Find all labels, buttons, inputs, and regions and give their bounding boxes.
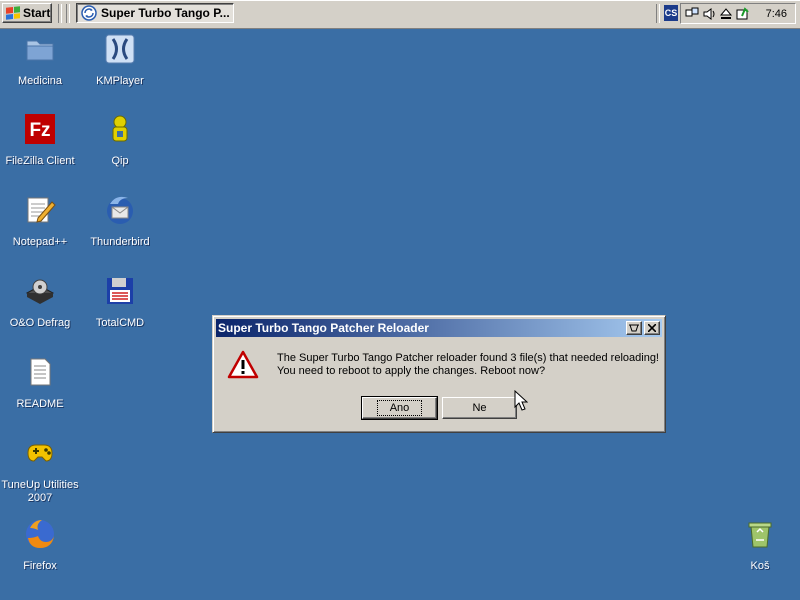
desktop-icon-label: TuneUp Utilities 2007 — [1, 479, 79, 504]
patcher-reloader-dialog: Super Turbo Tango Patcher Reloader The S… — [212, 315, 666, 433]
taskbar: Start Super Turbo Tango P... CS 7:46 — [0, 0, 800, 29]
desktop-icon-label: O&O Defrag — [9, 317, 71, 329]
desktop-icon-kmplayer[interactable]: KMPlayer — [80, 33, 160, 88]
security-icon[interactable] — [736, 6, 750, 21]
thunderbird-icon — [107, 196, 133, 224]
close-button[interactable] — [644, 321, 660, 335]
desktop-icon-label: Koš — [750, 560, 770, 572]
desktop-icon-label: Thunderbird — [90, 236, 150, 248]
desktop-icon-firefox[interactable]: Firefox — [0, 518, 80, 573]
notepad-icon — [27, 197, 56, 223]
firefox-icon — [26, 520, 54, 548]
desktop-icon-oo-defrag[interactable]: O&O Defrag — [0, 275, 80, 330]
window-menu-button[interactable] — [626, 321, 642, 335]
desktop-icon-tuneup[interactable]: TuneUp Utilities 2007 — [0, 437, 80, 505]
close-icon — [648, 324, 656, 332]
desktop-icon-label: Medicina — [17, 75, 63, 87]
desktop-icon-label: FileZilla Client — [5, 155, 75, 167]
system-tray: 7:46 — [680, 3, 796, 24]
eject-icon[interactable] — [719, 7, 733, 21]
yes-button[interactable]: Ano — [361, 396, 438, 420]
tuneup-icon — [27, 444, 53, 462]
taskbar-separator — [656, 4, 660, 23]
desktop-icon-label: Notepad++ — [12, 236, 68, 248]
recycle-bin-icon — [748, 522, 772, 548]
desktop-icon-medicina[interactable]: Medicina — [0, 33, 80, 88]
task-button-patcher[interactable]: Super Turbo Tango P... — [76, 3, 234, 23]
desktop-icon-filezilla[interactable]: Fz FileZilla Client — [0, 113, 80, 168]
start-label: Start — [23, 6, 51, 20]
network-icon[interactable] — [685, 7, 699, 21]
folder-icon — [26, 40, 54, 61]
clock[interactable]: 7:46 — [766, 8, 787, 20]
dialog-titlebar[interactable]: Super Turbo Tango Patcher Reloader — [216, 319, 662, 337]
defrag-icon — [25, 279, 55, 304]
kmplayer-icon — [105, 34, 135, 64]
taskbar-separator — [58, 4, 62, 23]
volume-icon[interactable] — [702, 7, 716, 21]
desktop-icon-label: Qip — [111, 155, 129, 167]
text-file-icon — [30, 358, 51, 386]
desktop-icon-thunderbird[interactable]: Thunderbird — [80, 194, 160, 249]
desktop-icon-notepadpp[interactable]: Notepad++ — [0, 194, 80, 249]
qip-icon — [112, 115, 128, 142]
floppy-icon — [107, 278, 133, 304]
yes-button-label: Ano — [376, 400, 423, 416]
dialog-title: Super Turbo Tango Patcher Reloader — [218, 321, 429, 335]
taskbar-separator — [66, 4, 70, 23]
mouse-pointer-icon — [514, 390, 528, 411]
desktop-icon-label: Firefox — [23, 560, 57, 572]
warning-icon — [227, 350, 259, 379]
dialog-message-line: The Super Turbo Tango Patcher reloader f… — [277, 352, 659, 364]
windows-logo-icon — [6, 6, 20, 20]
language-indicator[interactable]: CS — [664, 5, 678, 21]
desktop-icon-recycle-bin[interactable]: Koš — [720, 518, 800, 573]
filezilla-icon: Fz — [25, 114, 55, 144]
patcher-app-icon — [81, 5, 97, 21]
desktop-icon-readme[interactable]: README — [0, 356, 80, 411]
desktop-icon-qip[interactable]: Qip — [80, 113, 160, 168]
desktop-icon-totalcmd[interactable]: TotalCMD — [80, 275, 160, 330]
task-button-label: Super Turbo Tango P... — [101, 6, 230, 20]
dialog-message-line: You need to reboot to apply the changes.… — [277, 365, 546, 377]
desktop-icon-label: TotalCMD — [95, 317, 145, 329]
start-button[interactable]: Start — [2, 3, 52, 23]
no-button[interactable]: Ne — [442, 397, 517, 419]
desktop-icon-label: KMPlayer — [96, 75, 144, 87]
basket-icon — [629, 324, 639, 332]
no-button-label: Ne — [472, 402, 487, 414]
dialog-message: The Super Turbo Tango Patcher reloader f… — [277, 352, 661, 378]
svg-text:Fz: Fz — [29, 120, 50, 141]
desktop-icon-label: README — [16, 398, 64, 410]
